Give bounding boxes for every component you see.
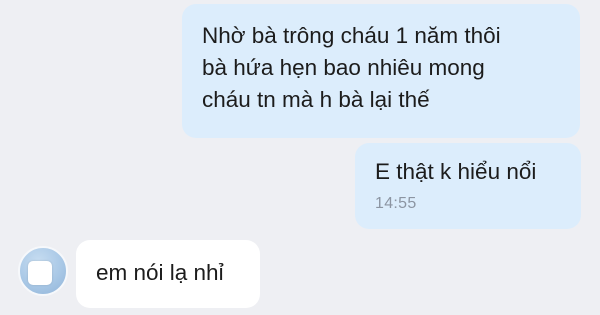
contact-avatar-icon[interactable]	[18, 246, 68, 296]
message-text: em nói lạ nhỉ	[96, 260, 224, 285]
message-text: E thật k hiểu nổi	[375, 159, 537, 184]
avatar-sticker	[28, 261, 52, 285]
message-line: cháu tn mà h bà lại thế	[202, 87, 430, 112]
message-line: Nhờ bà trông cháu 1 năm thôi	[202, 23, 501, 48]
message-timestamp: 14:55	[375, 195, 417, 212]
incoming-message-bubble[interactable]: em nói lạ nhỉ	[76, 240, 260, 308]
outgoing-message-bubble[interactable]: Nhờ bà trông cháu 1 năm thôi bà hứa hẹn …	[182, 4, 580, 138]
chat-area: Nhờ bà trông cháu 1 năm thôi bà hứa hẹn …	[0, 0, 600, 315]
outgoing-message-bubble[interactable]: E thật k hiểu nổi 14:55	[355, 143, 581, 229]
message-line: bà hứa hẹn bao nhiêu mong	[202, 55, 485, 80]
